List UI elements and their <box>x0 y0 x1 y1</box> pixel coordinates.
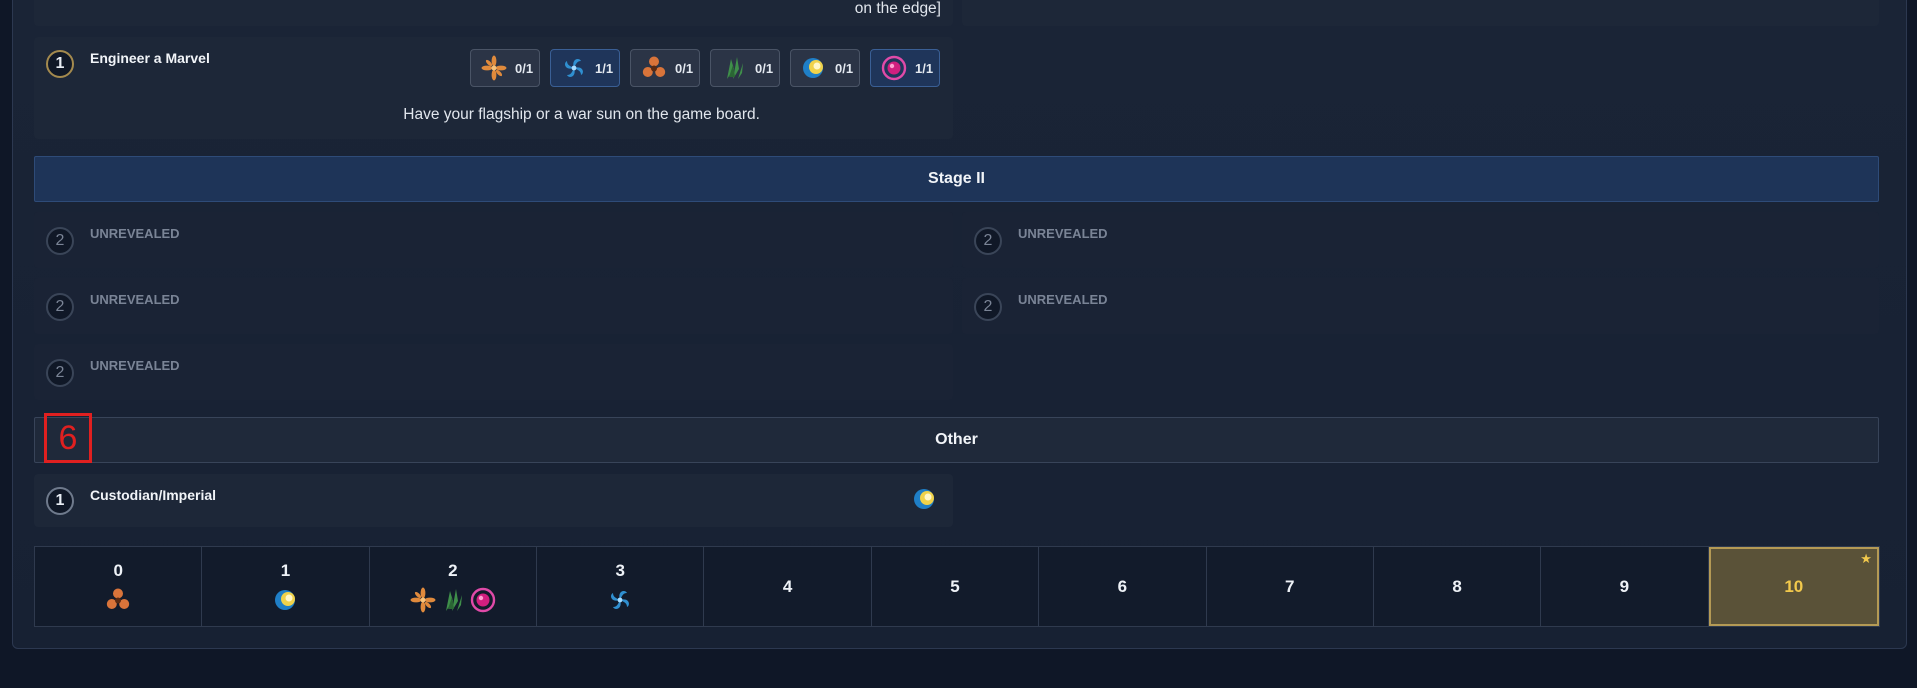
objective-card-empty <box>962 0 1879 26</box>
objective-description-fragment: on the edge] <box>854 0 941 17</box>
score-cell-9: 9 <box>1541 547 1709 626</box>
objective-description: Have your flagship or a war sun on the g… <box>403 106 760 123</box>
faction-progress-chip[interactable]: 0/1 <box>710 49 780 87</box>
objective-card-previous: on the edge] <box>34 0 953 26</box>
objective-points-badge: 2 <box>46 359 74 387</box>
faction-progress-value: 0/1 <box>835 60 854 76</box>
faction-progress-value: 0/1 <box>755 60 774 76</box>
orange-propeller-faction-icon <box>641 55 667 81</box>
blue-gold-orb-faction-icon <box>801 55 827 81</box>
objective-title-unrevealed: UNREVEALED <box>1018 292 1108 307</box>
orange-propeller-faction-icon <box>105 587 131 613</box>
objective-points-badge: 2 <box>974 293 1002 321</box>
objective-title: Engineer a Marvel <box>90 50 210 66</box>
blue-gold-orb-faction-icon <box>912 486 938 512</box>
score-cell-10: 10 ★ <box>1708 547 1879 626</box>
score-cell-8: 8 <box>1373 547 1542 626</box>
score-cell-2: 2 <box>369 547 538 626</box>
score-value: 8 <box>1452 576 1462 596</box>
score-value: 5 <box>950 576 960 596</box>
pink-orb-faction-icon <box>470 587 496 613</box>
score-cell-7: 7 <box>1206 547 1374 626</box>
stage-ii-header: Stage II <box>34 156 1879 202</box>
score-value: 2 <box>448 560 458 580</box>
faction-progress-value: 0/1 <box>515 60 534 76</box>
star-icon: ★ <box>1860 551 1872 566</box>
objective-title: Custodian/Imperial <box>90 487 217 503</box>
objective-points-badge: 1 <box>46 487 74 515</box>
blue-swirl-faction-icon <box>561 55 587 81</box>
green-claw-faction-icon <box>721 55 747 81</box>
score-value: 3 <box>615 560 625 580</box>
faction-progress-value: 1/1 <box>915 60 934 76</box>
score-value: 10 <box>1784 576 1804 596</box>
score-value: 7 <box>1284 576 1295 596</box>
faction-progress-chip[interactable]: 0/1 <box>790 49 860 87</box>
faction-progress-chip[interactable]: 0/1 <box>630 49 700 87</box>
objective-points-badge: 2 <box>46 227 74 255</box>
blue-swirl-faction-icon <box>607 587 633 613</box>
score-value: 4 <box>782 576 793 596</box>
annotation-marker: 6 <box>44 413 92 463</box>
faction-progress-value: 0/1 <box>675 60 694 76</box>
stage-ii-label: Stage II <box>928 170 985 187</box>
orange-flower-faction-icon <box>410 587 436 613</box>
score-cell-6: 6 <box>1039 547 1207 626</box>
blue-gold-orb-faction-icon <box>273 587 299 613</box>
objective-title-unrevealed: UNREVEALED <box>90 358 180 373</box>
faction-progress-value: 1/1 <box>595 60 614 76</box>
victory-point-track: 0 1 2 3 4 5 6 7 8 9 10 ★ <box>34 546 1880 627</box>
green-claw-faction-icon <box>440 587 466 613</box>
objective-title-unrevealed: UNREVEALED <box>90 226 180 241</box>
objective-points-badge: 2 <box>46 293 74 321</box>
objective-points-badge: 2 <box>974 227 1002 255</box>
faction-progress-chip[interactable]: 1/1 <box>550 49 620 87</box>
score-cell-4: 4 <box>704 547 872 626</box>
objective-title-unrevealed: UNREVEALED <box>1018 226 1108 241</box>
score-value: 9 <box>1619 576 1630 596</box>
score-value: 1 <box>280 560 291 580</box>
other-header: Other <box>34 417 1879 463</box>
pink-orb-faction-icon <box>881 55 907 81</box>
orange-flower-faction-icon <box>481 55 507 81</box>
score-cell-0: 0 <box>35 547 203 626</box>
faction-progress-chip[interactable]: 0/1 <box>470 49 540 87</box>
score-value: 0 <box>113 560 123 580</box>
other-label: Other <box>935 431 978 448</box>
objective-points-badge: 1 <box>46 50 74 78</box>
faction-progress-chip[interactable]: 1/1 <box>870 49 940 87</box>
score-cell-5: 5 <box>871 547 1040 626</box>
score-cell-3: 3 <box>537 547 705 626</box>
objective-title-unrevealed: UNREVEALED <box>90 292 180 307</box>
score-cell-1: 1 <box>202 547 370 626</box>
score-value: 6 <box>1117 576 1128 596</box>
